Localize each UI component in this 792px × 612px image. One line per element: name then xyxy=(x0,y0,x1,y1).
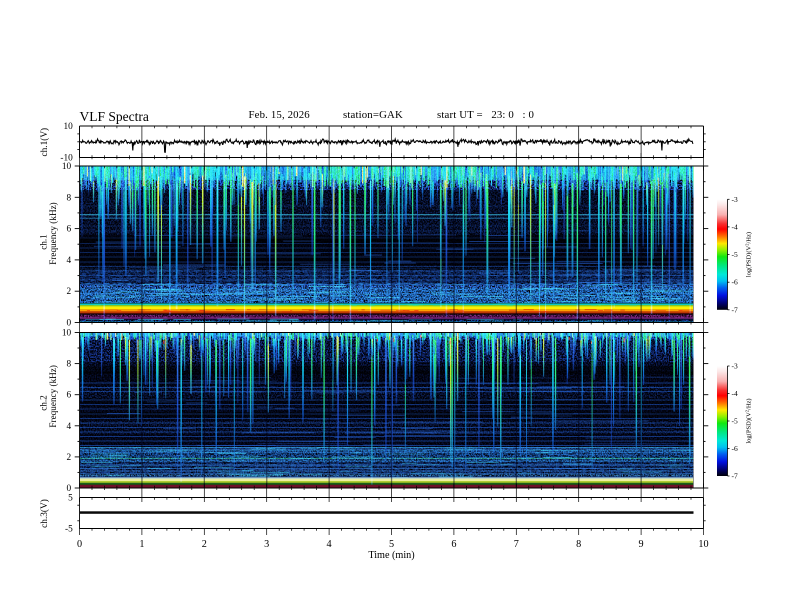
svg-text:-3: -3 xyxy=(732,195,738,204)
svg-text:VLF Spectra: VLF Spectra xyxy=(80,109,149,124)
svg-text:Frequency (kHz): Frequency (kHz) xyxy=(48,365,58,428)
svg-text:station=GAK: station=GAK xyxy=(343,109,403,121)
svg-text:10: 10 xyxy=(62,162,72,172)
svg-text:Time (min): Time (min) xyxy=(368,550,414,561)
svg-text:5: 5 xyxy=(68,494,73,504)
svg-text:ch.2: ch.2 xyxy=(39,395,49,411)
svg-text:ch.3(V): ch.3(V) xyxy=(39,499,50,528)
svg-text:5: 5 xyxy=(389,539,394,550)
svg-text:Feb. 15, 2026: Feb. 15, 2026 xyxy=(249,109,311,121)
svg-text:6: 6 xyxy=(67,225,72,235)
svg-text:7: 7 xyxy=(514,539,519,550)
svg-text:-4: -4 xyxy=(732,222,738,231)
svg-text:10: 10 xyxy=(698,539,708,550)
svg-text:-6: -6 xyxy=(732,444,738,453)
svg-text:1: 1 xyxy=(139,539,144,550)
svg-text:4: 4 xyxy=(67,256,72,266)
svg-text:6: 6 xyxy=(451,539,456,550)
svg-text:0: 0 xyxy=(67,484,72,494)
svg-text:0: 0 xyxy=(77,539,82,550)
svg-text:log(PSD)(V2/Hz): log(PSD)(V2/Hz) xyxy=(745,398,753,443)
svg-text:8: 8 xyxy=(67,193,72,203)
svg-text:9: 9 xyxy=(639,539,644,550)
svg-text:start UT = 23: 0 : 0: start UT = 23: 0 : 0 xyxy=(437,109,534,121)
svg-text:-4: -4 xyxy=(732,389,738,398)
svg-text:ch.1(V): ch.1(V) xyxy=(39,128,50,157)
svg-text:-7: -7 xyxy=(732,305,738,314)
svg-text:10: 10 xyxy=(62,329,72,339)
svg-text:6: 6 xyxy=(67,391,72,401)
svg-text:2: 2 xyxy=(67,453,72,463)
svg-text:4: 4 xyxy=(327,539,332,550)
svg-text:2: 2 xyxy=(202,539,207,550)
svg-text:-6: -6 xyxy=(732,278,738,287)
svg-text:2: 2 xyxy=(67,287,72,297)
svg-text:-5: -5 xyxy=(732,417,738,426)
svg-text:-3: -3 xyxy=(732,362,738,371)
svg-text:8: 8 xyxy=(67,360,72,370)
svg-text:-5: -5 xyxy=(732,250,738,259)
svg-text:10: 10 xyxy=(64,122,74,132)
svg-text:0: 0 xyxy=(67,319,72,329)
svg-text:4: 4 xyxy=(67,422,72,432)
svg-text:log(PSD)(V2/Hz): log(PSD)(V2/Hz) xyxy=(745,232,753,277)
svg-text:ch.1: ch.1 xyxy=(39,234,49,250)
svg-text:Frequency (kHz): Frequency (kHz) xyxy=(48,202,58,265)
svg-text:8: 8 xyxy=(576,539,581,550)
svg-text:3: 3 xyxy=(264,539,269,550)
svg-text:-5: -5 xyxy=(65,525,73,535)
svg-text:-7: -7 xyxy=(732,472,738,481)
